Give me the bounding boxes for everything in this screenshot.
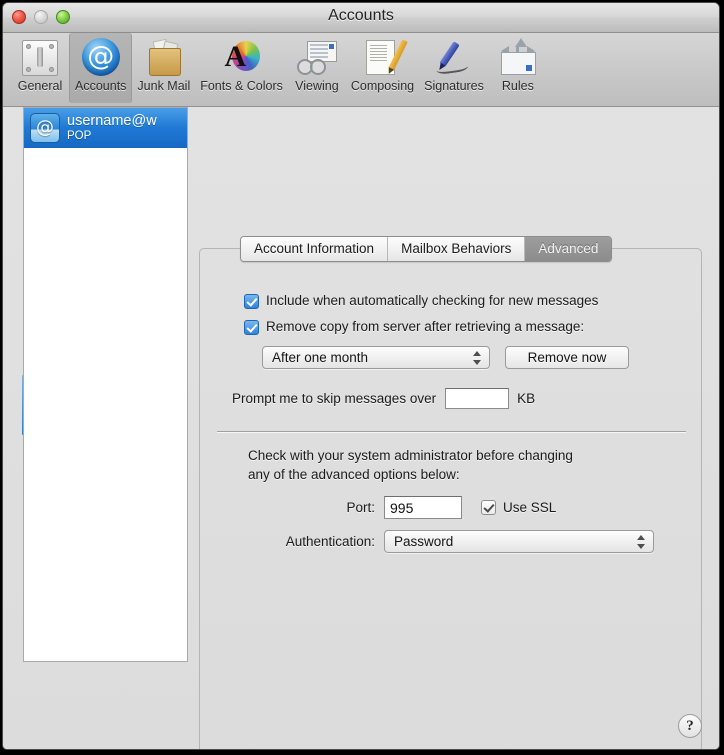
- admin-note-line1: Check with your system administrator bef…: [248, 448, 573, 463]
- remove-copy-checkbox[interactable]: [244, 320, 259, 335]
- use-ssl-checkbox[interactable]: [481, 500, 496, 515]
- help-button[interactable]: ?: [678, 714, 702, 738]
- remove-delay-value: After one month: [272, 350, 369, 365]
- toolbar-label-viewing: Viewing: [295, 79, 339, 93]
- preferences-toolbar: General @ Accounts Junk Mail A Fonts & C…: [3, 33, 719, 107]
- preferences-content: @ username@w POP + − Include when automa…: [3, 107, 719, 749]
- tab-account-information[interactable]: Account Information: [241, 237, 389, 261]
- skip-messages-input[interactable]: [445, 388, 510, 409]
- window-title: Accounts: [328, 7, 394, 24]
- advanced-tab-panel: Include when automatically checking for …: [199, 248, 702, 749]
- rules-icon: [497, 36, 539, 78]
- toolbar-label-accounts: Accounts: [75, 79, 127, 93]
- chevron-updown-icon: [472, 350, 481, 365]
- toolbar-label-signatures: Signatures: [424, 79, 484, 93]
- remove-now-button[interactable]: Remove now: [505, 346, 629, 369]
- port-input[interactable]: 995: [384, 496, 462, 519]
- tab-bar: Account Information Mailbox Behaviors Ad…: [240, 236, 613, 262]
- authentication-label: Authentication:: [285, 534, 375, 549]
- skip-messages-row: Prompt me to skip messages over KB: [232, 388, 535, 409]
- accounts-icon: @: [80, 36, 122, 78]
- authentication-popup[interactable]: Password: [384, 530, 654, 553]
- port-label: Port:: [346, 500, 375, 515]
- toolbar-label-rules: Rules: [501, 79, 534, 93]
- skip-messages-unit: KB: [517, 391, 536, 406]
- include-autocheck-label: Include when automatically checking for …: [266, 293, 599, 308]
- signatures-icon: [433, 36, 475, 78]
- section-divider: [217, 431, 686, 432]
- account-name: username@w: [67, 113, 157, 129]
- remove-copy-row[interactable]: Remove copy from server after retrieving…: [244, 319, 584, 335]
- chevron-updown-icon: [636, 534, 645, 549]
- accounts-list[interactable]: @ username@w POP: [23, 107, 188, 662]
- window-titlebar: Accounts: [3, 3, 719, 33]
- accounts-preferences-window: Accounts General @ Accounts Junk Mail A: [2, 2, 720, 750]
- remove-copy-label: Remove copy from server after retrieving…: [266, 319, 585, 334]
- toolbar-item-junk-mail[interactable]: Junk Mail: [132, 33, 195, 103]
- admin-note: Check with your system administrator bef…: [248, 446, 573, 484]
- junk-mail-icon: [143, 36, 185, 78]
- toolbar-item-rules[interactable]: Rules: [489, 33, 547, 103]
- port-row: Port: 995 Use SSL: [230, 496, 630, 519]
- toolbar-label-composing: Composing: [350, 79, 415, 93]
- toolbar-label-junk-mail: Junk Mail: [137, 79, 191, 93]
- include-autocheck-checkbox[interactable]: [244, 294, 259, 309]
- tab-mailbox-behaviors[interactable]: Mailbox Behaviors: [388, 237, 526, 261]
- toolbar-item-fonts-colors[interactable]: A Fonts & Colors: [195, 33, 288, 103]
- tab-advanced[interactable]: Advanced: [525, 237, 612, 261]
- toolbar-item-general[interactable]: General: [11, 33, 69, 103]
- account-type: POP: [67, 129, 92, 142]
- toolbar-item-viewing[interactable]: Viewing: [288, 33, 346, 103]
- viewing-icon: [296, 36, 338, 78]
- toolbar-label-fonts-colors: Fonts & Colors: [200, 79, 283, 93]
- at-sign-icon: @: [30, 113, 60, 143]
- admin-note-line2: any of the advanced options below:: [248, 467, 460, 482]
- use-ssl-label: Use SSL: [503, 500, 557, 515]
- toolbar-item-composing[interactable]: Composing: [346, 33, 419, 103]
- authentication-value: Password: [394, 534, 454, 549]
- toolbar-item-accounts[interactable]: @ Accounts: [69, 33, 133, 103]
- general-icon: [19, 36, 61, 78]
- toolbar-label-general: General: [17, 79, 63, 93]
- skip-messages-label: Prompt me to skip messages over: [232, 391, 437, 406]
- authentication-row: Authentication: Password: [230, 530, 670, 553]
- include-autocheck-row[interactable]: Include when automatically checking for …: [244, 293, 598, 309]
- remove-delay-popup[interactable]: After one month: [262, 346, 490, 369]
- toolbar-item-signatures[interactable]: Signatures: [419, 33, 489, 103]
- composing-icon: [362, 36, 408, 78]
- fonts-colors-icon: A: [221, 36, 263, 78]
- list-item[interactable]: @ username@w POP: [24, 108, 187, 148]
